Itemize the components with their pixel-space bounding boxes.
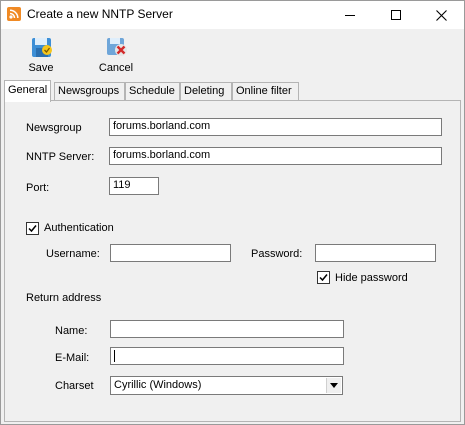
cancel-label: Cancel bbox=[98, 62, 134, 74]
title-bar[interactable]: Create a new NNTP Server bbox=[1, 1, 464, 29]
tab-schedule[interactable]: Schedule bbox=[125, 82, 180, 100]
charset-select[interactable]: Cyrillic (Windows) bbox=[110, 376, 343, 395]
maximize-button[interactable] bbox=[373, 1, 418, 29]
text-cursor bbox=[114, 350, 115, 362]
password-label: Password: bbox=[251, 248, 303, 260]
save-button[interactable]: Save bbox=[16, 35, 66, 77]
save-icon bbox=[30, 35, 54, 59]
authentication-label: Authentication bbox=[44, 222, 114, 234]
cancel-button[interactable]: Cancel bbox=[91, 35, 141, 77]
window-title: Create a new NNTP Server bbox=[27, 7, 173, 21]
rss-feed-icon bbox=[7, 7, 21, 21]
newsgroup-label: Newsgroup bbox=[26, 122, 82, 134]
maximize-icon bbox=[390, 10, 401, 20]
nntp-server-label: NNTP Server: bbox=[26, 151, 95, 163]
newsgroup-input[interactable]: forums.borland.com bbox=[109, 118, 442, 136]
password-input[interactable] bbox=[315, 244, 436, 262]
port-input[interactable]: 119 bbox=[109, 177, 159, 195]
tab-online-filter[interactable]: Online filter bbox=[232, 82, 299, 100]
hide-password-checkbox[interactable] bbox=[317, 271, 330, 284]
username-label: Username: bbox=[46, 248, 100, 260]
minimize-button[interactable] bbox=[327, 1, 372, 29]
save-label: Save bbox=[28, 62, 54, 74]
port-label: Port: bbox=[26, 182, 50, 194]
email-label: E-Mail: bbox=[55, 352, 90, 364]
username-input[interactable] bbox=[110, 244, 231, 262]
chevron-down-icon[interactable] bbox=[326, 378, 341, 393]
authentication-checkbox[interactable] bbox=[26, 222, 39, 235]
minimize-icon bbox=[344, 15, 355, 16]
checkmark-icon bbox=[319, 274, 328, 282]
close-icon bbox=[436, 9, 447, 21]
tab-general[interactable]: General bbox=[4, 80, 51, 102]
dialog-window: Create a new NNTP Server Save Cancel Gen… bbox=[0, 0, 465, 425]
tab-newsgroups[interactable]: Newsgroups bbox=[54, 82, 125, 100]
name-label: Name: bbox=[55, 325, 88, 337]
tab-deleting[interactable]: Deleting bbox=[180, 82, 232, 100]
return-address-label: Return address bbox=[26, 292, 102, 304]
hide-password-label: Hide password bbox=[335, 272, 408, 284]
nntp-server-input[interactable]: forums.borland.com bbox=[109, 147, 442, 165]
name-input[interactable] bbox=[110, 320, 344, 338]
checkmark-icon bbox=[28, 225, 37, 233]
email-input[interactable] bbox=[110, 347, 344, 365]
charset-value: Cyrillic (Windows) bbox=[114, 379, 202, 391]
close-button[interactable] bbox=[419, 1, 464, 29]
cancel-icon bbox=[105, 35, 129, 59]
charset-label: Charset bbox=[55, 380, 94, 392]
